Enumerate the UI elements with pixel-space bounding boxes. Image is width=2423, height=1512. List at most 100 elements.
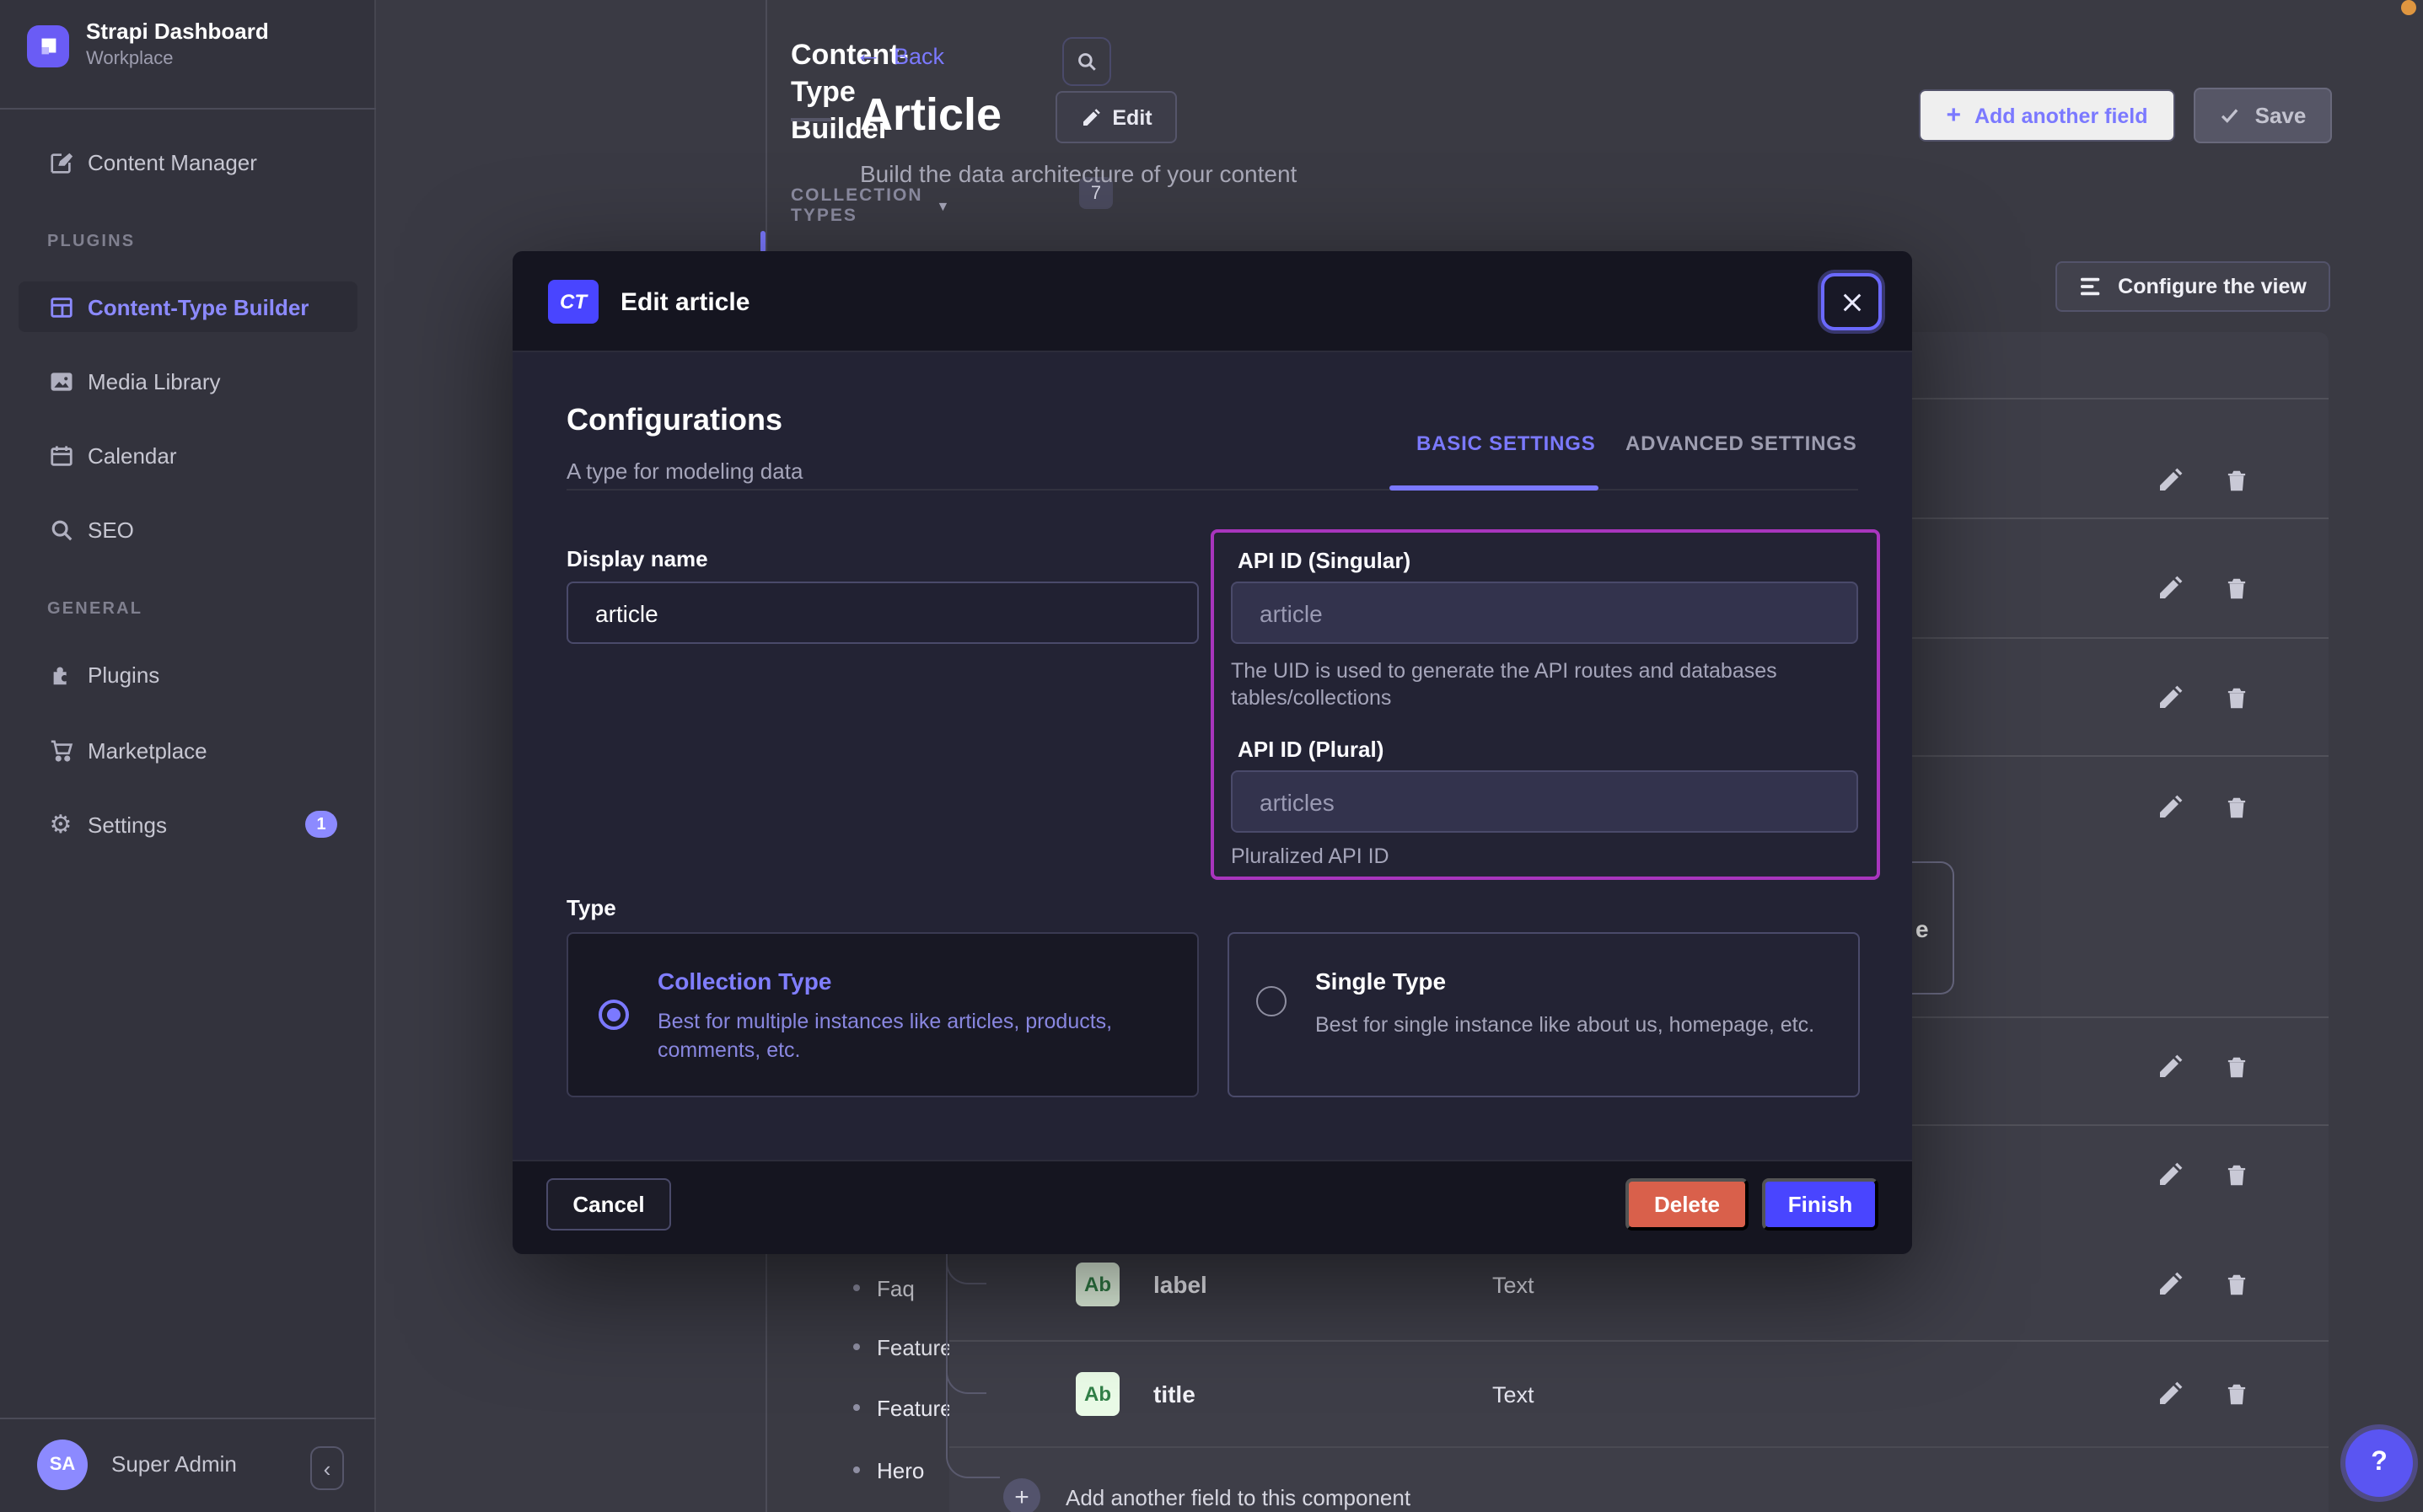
strapi-logo-icon[interactable]: [27, 25, 69, 67]
trash-icon[interactable]: [2224, 1054, 2249, 1080]
modal-section-subtitle: A type for modeling data: [567, 458, 803, 484]
sidebar-item-calendar[interactable]: Calendar: [0, 433, 376, 477]
modal-footer: Cancel Delete Finish: [513, 1160, 1912, 1254]
chevron-down-icon: ▼: [937, 198, 952, 213]
pen-icon: [47, 149, 74, 174]
api-id-plural-help: Pluralized API ID: [1231, 843, 1389, 870]
sidebar-item-media-library[interactable]: Media Library: [0, 359, 376, 403]
trash-icon[interactable]: [2224, 1271, 2249, 1298]
pencil-icon: [1080, 107, 1100, 127]
sidebar-item-content-manager[interactable]: Content Manager: [0, 140, 376, 184]
collection-types-header[interactable]: COLLECTION TYPES▼: [791, 185, 951, 226]
active-tab-underline: [1389, 485, 1598, 491]
modal-section-title: Configurations: [567, 403, 782, 438]
workspace-label: Workplace: [86, 49, 174, 69]
close-button[interactable]: [1821, 273, 1882, 330]
trash-icon[interactable]: [2224, 684, 2249, 711]
plus-icon: +: [1014, 1483, 1029, 1511]
row-actions: [2157, 575, 2249, 602]
bullet-icon: [853, 1284, 860, 1291]
cart-icon: [47, 737, 74, 763]
edit-button[interactable]: Edit: [1056, 91, 1177, 143]
sidebar-section-general: GENERAL: [47, 600, 142, 619]
edit-article-modal: CT Edit article Configurations A type fo…: [513, 251, 1912, 1254]
modal-title: Edit article: [621, 288, 749, 317]
add-field-to-component-button[interactable]: +: [1003, 1478, 1040, 1512]
pencil-icon[interactable]: [2157, 1161, 2184, 1188]
collection-type-title: Collection Type: [658, 968, 831, 995]
plus-icon: +: [1946, 101, 1961, 130]
field-row-label[interactable]: Ab label: [1076, 1263, 1207, 1306]
single-type-card[interactable]: Single Type Best for single instance lik…: [1228, 932, 1860, 1097]
api-id-singular-help: The UID is used to generate the API rout…: [1231, 657, 1851, 711]
sidebar-item-seo[interactable]: SEO: [0, 507, 376, 551]
app-title: Strapi Dashboard: [86, 19, 269, 44]
recording-dot-icon: [2401, 0, 2416, 15]
finish-button[interactable]: Finish: [1762, 1178, 1878, 1231]
pencil-icon[interactable]: [2157, 794, 2184, 821]
row-actions: [2157, 1161, 2249, 1188]
collection-type-desc: Best for multiple instances like article…: [658, 1008, 1163, 1065]
add-another-field-button[interactable]: + Add another field: [1919, 89, 2175, 142]
row-actions: [2157, 684, 2249, 711]
calendar-icon: [47, 442, 74, 468]
field-row-title[interactable]: Ab title: [1076, 1372, 1195, 1416]
strapi-dashboard: Strapi Dashboard Workplace Content Manag…: [0, 0, 2423, 1512]
trash-icon[interactable]: [2224, 1161, 2249, 1188]
tab-basic-settings[interactable]: BASIC SETTINGS: [1416, 432, 1596, 455]
panel-scrollbar[interactable]: [760, 231, 766, 253]
pencil-icon[interactable]: [2157, 684, 2184, 711]
back-link[interactable]: ← Back: [855, 40, 944, 71]
gear-icon: ⚙: [47, 809, 74, 839]
sidebar-item-plugins[interactable]: Plugins: [0, 652, 376, 696]
trash-icon[interactable]: [2224, 1381, 2249, 1407]
api-id-highlight-box: API ID (Singular) The UID is used to gen…: [1211, 529, 1880, 880]
pencil-icon[interactable]: [2157, 1381, 2184, 1407]
single-type-title: Single Type: [1315, 968, 1446, 995]
partial-hidden-box: e: [1912, 861, 1954, 995]
collection-type-card[interactable]: Collection Type Best for multiple instan…: [567, 932, 1199, 1097]
trash-icon[interactable]: [2224, 575, 2249, 602]
modal-header: CT Edit article: [513, 251, 1912, 352]
page-title: Article: [860, 89, 1002, 142]
panel-search-button[interactable]: [1062, 37, 1111, 86]
pencil-icon[interactable]: [2157, 1271, 2184, 1298]
check-icon: [2220, 105, 2242, 126]
single-type-desc: Best for single instance like about us, …: [1315, 1011, 1838, 1040]
sidebar: Strapi Dashboard Workplace Content Manag…: [0, 0, 376, 1512]
radio-selected-icon[interactable]: [599, 1000, 629, 1030]
delete-button[interactable]: Delete: [1625, 1178, 1749, 1231]
puzzle-icon: [47, 662, 74, 687]
tab-advanced-settings[interactable]: ADVANCED SETTINGS: [1625, 432, 1857, 455]
layout-grid-icon: [47, 294, 74, 319]
display-name-input[interactable]: [567, 582, 1199, 644]
api-id-singular-label: API ID (Singular): [1238, 548, 1410, 573]
pencil-icon[interactable]: [2157, 467, 2184, 494]
search-icon: [1076, 51, 1098, 72]
sidebar-item-label: Content Manager: [88, 149, 257, 174]
bullet-icon: [853, 1404, 860, 1411]
sidebar-item-label: Marketplace: [88, 737, 207, 763]
trash-icon[interactable]: [2224, 794, 2249, 821]
add-field-to-component-label[interactable]: Add another field to this component: [1066, 1485, 1410, 1510]
row-actions: [2157, 794, 2249, 821]
save-button[interactable]: Save: [2194, 88, 2332, 143]
pencil-icon[interactable]: [2157, 1054, 2184, 1080]
avatar[interactable]: SA: [37, 1440, 88, 1490]
page-subtitle: Build the data architecture of your cont…: [860, 160, 1297, 187]
sidebar-section-plugins: PLUGINS: [47, 233, 135, 251]
api-id-singular-input[interactable]: [1231, 582, 1858, 644]
cancel-button[interactable]: Cancel: [546, 1178, 671, 1231]
sidebar-item-label: SEO: [88, 517, 134, 542]
sidebar-item-content-type-builder[interactable]: Content-Type Builder: [19, 281, 357, 332]
configure-view-button[interactable]: Configure the view: [2055, 261, 2330, 312]
pencil-icon[interactable]: [2157, 575, 2184, 602]
sidebar-item-marketplace[interactable]: Marketplace: [0, 728, 376, 772]
radio-unselected-icon[interactable]: [1256, 986, 1287, 1016]
help-button[interactable]: ?: [2345, 1429, 2413, 1497]
api-id-plural-input[interactable]: [1231, 770, 1858, 833]
field-type: Text: [1492, 1273, 1534, 1298]
collapse-sidebar-button[interactable]: ‹: [310, 1446, 344, 1490]
text-field-badge: Ab: [1076, 1263, 1120, 1306]
trash-icon[interactable]: [2224, 467, 2249, 494]
